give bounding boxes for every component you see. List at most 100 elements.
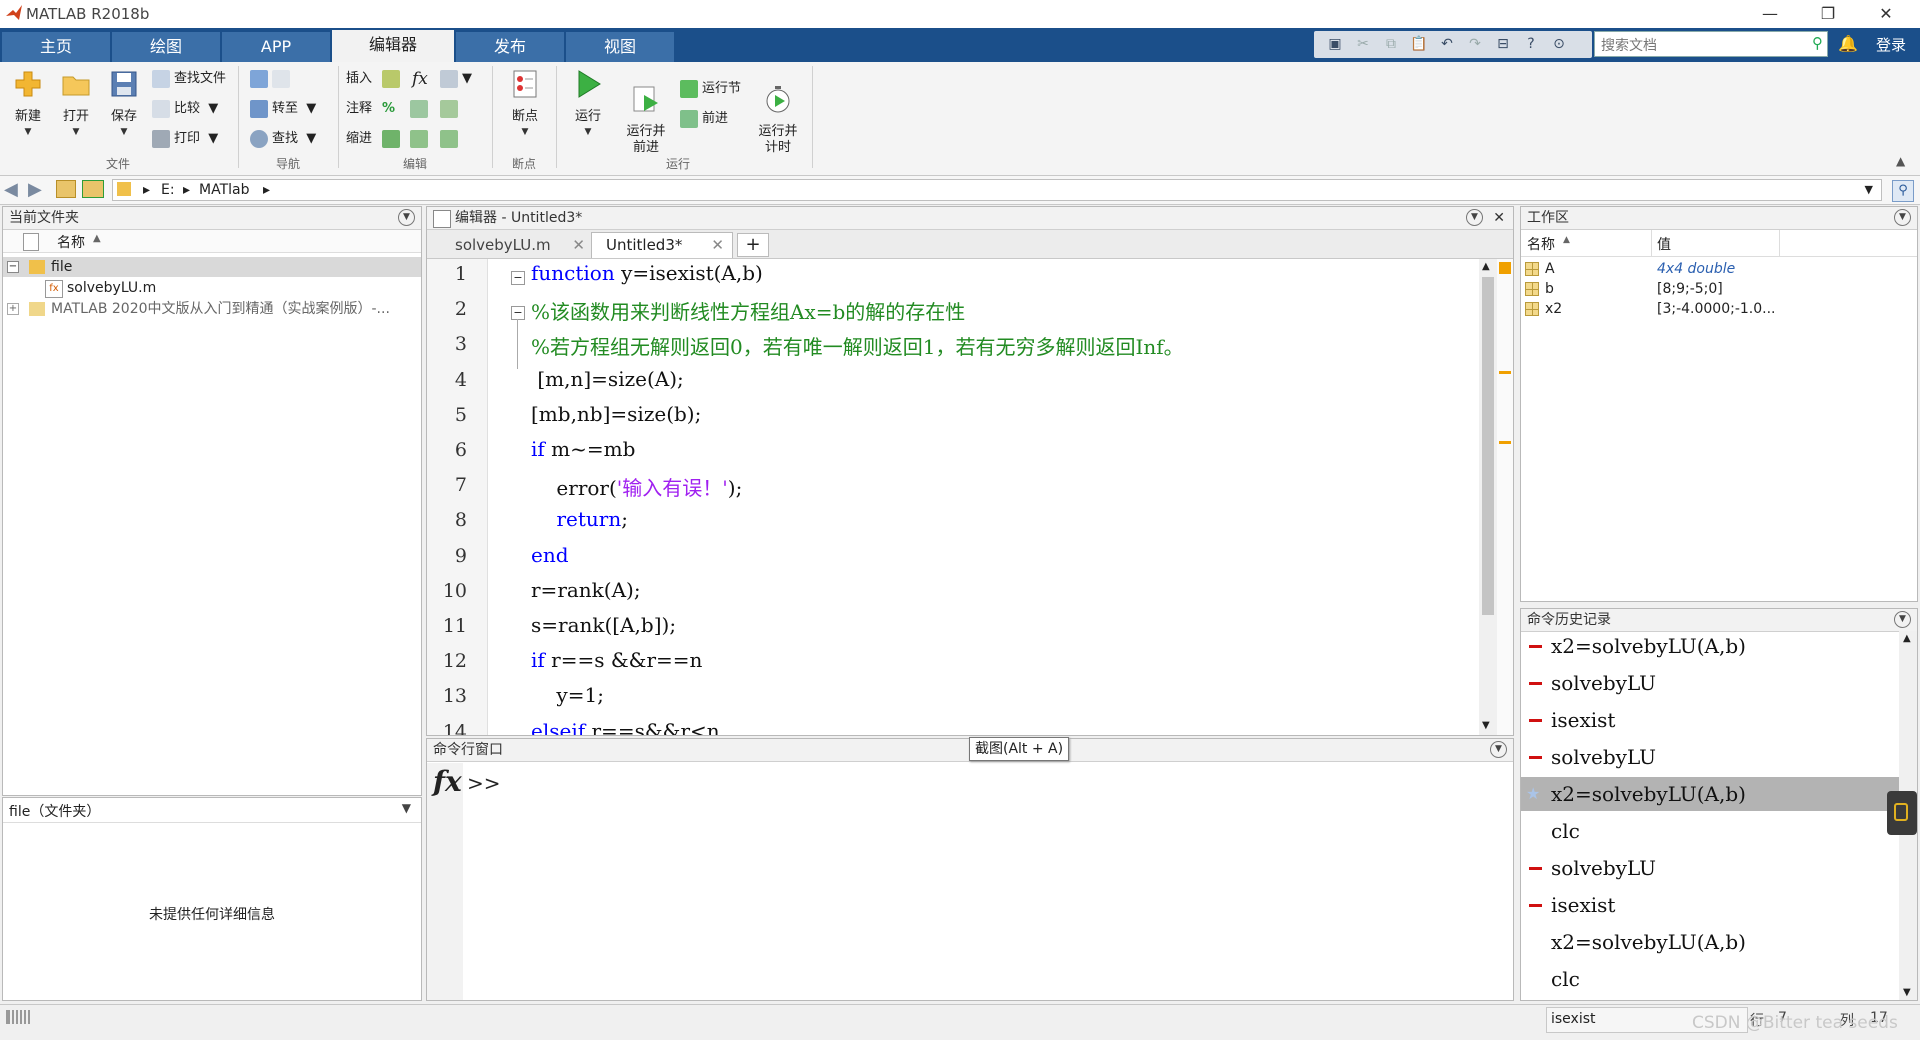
column-name-header[interactable]: 名称 — [57, 232, 85, 252]
code-line[interactable]: %若方程组无解则返回0，若有唯一解则返回1，若有无穷多解则返回Inf。 — [531, 331, 1184, 360]
panel-menu-icon[interactable]: ▼ — [1894, 611, 1911, 628]
search-icon[interactable]: ⚲ — [1812, 34, 1823, 52]
list-item[interactable]: fx solvebyLU.m — [3, 278, 421, 298]
warning-marker[interactable] — [1499, 371, 1511, 374]
warning-marker[interactable] — [1499, 441, 1511, 444]
decrease-indent-icon[interactable] — [440, 128, 462, 150]
code-line[interactable]: [mb,nb]=size(b); — [531, 402, 701, 426]
code-line[interactable]: if m~=mb — [531, 437, 635, 461]
list-item[interactable]: − file — [3, 257, 421, 277]
scroll-up-icon[interactable]: ▲ — [1903, 633, 1911, 644]
code-line[interactable]: end — [531, 543, 569, 567]
restore-button[interactable]: ❐ — [1808, 2, 1848, 26]
list-item[interactable]: + MATLAB 2020中文版从入门到精通（实战案例版）-... — [3, 299, 421, 319]
code-line[interactable]: function y=isexist(A,b) — [531, 261, 763, 285]
scroll-thumb[interactable] — [1482, 277, 1494, 615]
insert-chart-icon[interactable]: ▼ — [440, 68, 472, 90]
save-icon[interactable]: ▣ — [1326, 35, 1344, 53]
workspace-variable-row[interactable]: b [8;9;-5;0] — [1521, 279, 1917, 299]
history-item[interactable]: isexist — [1521, 888, 1899, 922]
tab-editor[interactable]: 编辑器 — [332, 30, 454, 62]
back-icon[interactable]: ◀ — [4, 179, 18, 200]
history-item[interactable]: x2=solvebyLU(A,b) — [1521, 631, 1899, 663]
open-button[interactable]: 打开 ▼ — [56, 68, 96, 137]
side-drawer-tab[interactable] — [1887, 791, 1917, 835]
code-line[interactable]: y=1; — [531, 683, 604, 707]
collapse-ribbon-icon[interactable]: ▲ — [1896, 154, 1905, 168]
panel-menu-icon[interactable]: ▼ — [398, 209, 415, 226]
undo-icon[interactable]: ↶ — [1438, 35, 1456, 53]
back-forward-buttons[interactable] — [250, 68, 294, 90]
fold-toggle-icon[interactable]: − — [511, 271, 525, 285]
history-item[interactable]: ★ x2=solvebyLU(A,b) — [1521, 777, 1899, 811]
path-segment-drive[interactable]: E: — [161, 182, 175, 198]
wrap-comments-icon[interactable] — [440, 98, 462, 120]
insert-button[interactable]: 插入 — [346, 68, 372, 90]
scroll-down-icon[interactable]: ▼ — [1903, 987, 1911, 998]
history-item[interactable]: solvebyLU — [1521, 851, 1899, 885]
customize-icon[interactable]: ⊙ — [1550, 35, 1568, 53]
find-button[interactable]: 查找 ▼ — [250, 128, 316, 150]
path-history-dropdown-icon[interactable]: ▼ — [1865, 183, 1873, 196]
find-files-button[interactable]: 查找文件 — [152, 68, 226, 90]
tab-untitled3[interactable]: Untitled3* ✕ — [591, 232, 733, 258]
code-area[interactable]: 1 function y=isexist(A,b) 2 %该函数用来判断线性方程组Ax… — [427, 259, 1479, 735]
browse-folder-icon[interactable] — [82, 180, 104, 198]
tab-solvebylu[interactable]: solvebyLU.m ✕ — [435, 233, 591, 257]
history-item[interactable]: clc — [1521, 962, 1899, 996]
switch-windows-icon[interactable]: ⊟ — [1494, 35, 1512, 53]
close-icon[interactable]: ✕ — [1493, 207, 1505, 229]
help-icon[interactable]: ? — [1522, 35, 1540, 53]
minimize-button[interactable]: — — [1750, 2, 1790, 26]
run-section-button[interactable]: 运行节 — [680, 78, 741, 100]
code-line[interactable]: if r==s &&r==n — [531, 648, 702, 672]
compare-button[interactable]: 比较 ▼ — [152, 98, 218, 120]
tab-apps[interactable]: APP — [222, 32, 330, 62]
panel-menu-icon[interactable]: ▼ — [1894, 209, 1911, 226]
goto-button[interactable]: 转至 ▼ — [250, 98, 316, 120]
up-folder-icon[interactable] — [56, 180, 76, 198]
save-button[interactable]: 保存 ▼ — [104, 68, 144, 137]
code-line[interactable]: r=rank(A); — [531, 578, 641, 602]
search-folder-icon[interactable]: ⚲ — [1892, 180, 1914, 202]
column-value-header[interactable]: 值 — [1657, 234, 1671, 254]
copy-icon[interactable]: ⧉ — [1382, 35, 1400, 53]
breakpoints-button[interactable]: 断点 ▼ — [502, 68, 548, 137]
smart-indent-icon[interactable] — [382, 128, 404, 150]
indent-button[interactable]: 缩进 — [346, 128, 372, 150]
comment-button[interactable]: 注释 — [346, 98, 372, 120]
code-line[interactable]: %该函数用来判断线性方程组Ax=b的解的存在性 — [531, 296, 965, 325]
code-line[interactable]: elseif r==s&&r<n — [531, 719, 720, 735]
history-item[interactable]: solvebyLU — [1521, 666, 1899, 700]
comment-percent-icon[interactable]: % — [382, 98, 395, 120]
path-segment-folder[interactable]: MATlab — [199, 182, 249, 198]
login-link[interactable]: 登录 — [1876, 34, 1906, 55]
close-tab-icon[interactable]: ✕ — [711, 233, 724, 257]
run-button[interactable]: 运行 ▼ — [566, 68, 610, 137]
warning-indicator-icon[interactable] — [1499, 262, 1511, 274]
search-docs-input[interactable]: 搜索文档 ⚲ — [1594, 31, 1828, 57]
uncomment-icon[interactable] — [410, 98, 432, 120]
column-name-header[interactable]: 名称 — [1527, 234, 1555, 254]
expand-toggle-icon[interactable]: + — [7, 303, 19, 315]
history-item[interactable]: isexist — [1521, 703, 1899, 737]
tab-publish[interactable]: 发布 — [456, 32, 564, 62]
fx-function-browser-icon[interactable]: fx — [433, 765, 462, 798]
scroll-up-icon[interactable]: ▲ — [1482, 261, 1490, 272]
tab-plots[interactable]: 绘图 — [112, 32, 220, 62]
fold-toggle-icon[interactable]: − — [511, 306, 525, 320]
paste-icon[interactable]: 📋 — [1410, 35, 1428, 53]
new-tab-plus-icon[interactable]: + — [737, 233, 769, 257]
print-button[interactable]: 打印 ▼ — [152, 128, 218, 150]
scroll-down-icon[interactable]: ▼ — [1482, 720, 1490, 731]
redo-icon[interactable]: ↷ — [1466, 35, 1484, 53]
notification-bell-icon[interactable]: 🔔 — [1838, 34, 1858, 53]
history-item[interactable]: solvebyLU — [1521, 740, 1899, 774]
command-input[interactable] — [497, 765, 1509, 995]
insert-section-icon[interactable] — [382, 68, 404, 90]
tab-view[interactable]: 视图 — [566, 32, 674, 62]
collapse-toggle-icon[interactable]: − — [7, 261, 19, 273]
favorite-star-icon[interactable]: ★ — [1526, 777, 1540, 811]
new-button[interactable]: 新建 ▼ — [8, 68, 48, 137]
code-line[interactable]: return; — [531, 507, 628, 531]
